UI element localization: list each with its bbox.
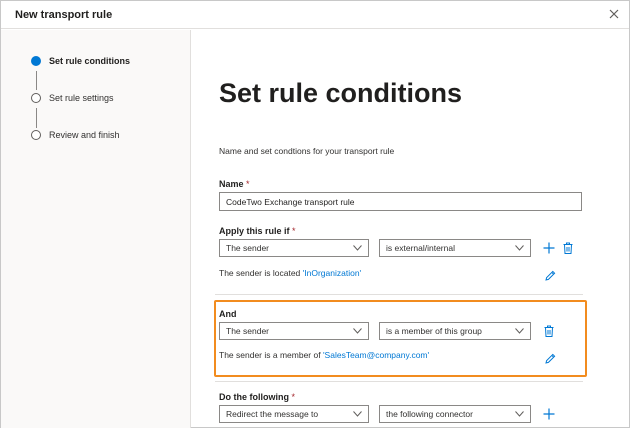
required-marker: * — [292, 226, 296, 236]
section-divider — [215, 294, 583, 295]
and-condition-dropdown[interactable]: The sender — [219, 322, 369, 340]
chevron-down-icon — [515, 328, 524, 334]
chevron-down-icon — [515, 245, 524, 251]
name-field[interactable]: CodeTwo Exchange transport rule — [219, 192, 582, 211]
dropdown-value: is external/internal — [386, 243, 455, 253]
steps-sidebar: Set rule conditions Set rule settings Re… — [1, 30, 191, 428]
apply-rule-description: The sender is located 'InOrganization' — [219, 268, 361, 278]
edit-icon[interactable] — [543, 352, 557, 366]
page-title: Set rule conditions — [219, 78, 463, 108]
dropdown-value: Redirect the message to — [226, 409, 319, 419]
dropdown-value: is a member of this group — [386, 326, 482, 336]
required-marker: * — [291, 392, 296, 402]
name-label: Name * — [219, 179, 250, 189]
step-connector — [36, 108, 37, 128]
step-set-rule-settings[interactable]: Set rule settings — [31, 90, 114, 106]
add-icon[interactable] — [542, 407, 556, 421]
step-connector — [36, 71, 37, 90]
step-set-rule-conditions[interactable]: Set rule conditions — [31, 53, 130, 69]
delete-icon[interactable] — [561, 241, 575, 255]
main-panel: Set rule conditions Name and set condtio… — [192, 30, 629, 428]
apply-rule-label: Apply this rule if * — [219, 226, 296, 236]
edit-icon[interactable] — [543, 269, 557, 283]
titlebar: New transport rule — [1, 1, 629, 29]
chevron-down-icon — [353, 411, 362, 417]
name-label-text: Name — [219, 179, 244, 189]
step-review-and-finish[interactable]: Review and finish — [31, 127, 120, 143]
add-icon[interactable] — [542, 241, 556, 255]
apply-rule-label-text: Apply this rule if — [219, 226, 290, 236]
chevron-down-icon — [515, 411, 524, 417]
description-text: The sender is a member of — [219, 350, 323, 360]
do-following-label: Do the following * — [219, 392, 295, 402]
chevron-down-icon — [353, 328, 362, 334]
required-marker: * — [246, 179, 250, 189]
new-transport-rule-window: New transport rule Set rule conditions S… — [0, 0, 630, 428]
dropdown-value: The sender — [226, 326, 269, 336]
dropdown-value: the following connector — [386, 409, 473, 419]
step-indicator — [31, 130, 41, 140]
action-dropdown[interactable]: Redirect the message to — [219, 405, 369, 423]
do-following-label-text: Do the following — [219, 392, 289, 402]
step-label: Set rule settings — [49, 93, 114, 103]
description-text: The sender is located — [219, 268, 303, 278]
section-divider — [215, 381, 583, 382]
window-title: New transport rule — [15, 9, 113, 21]
page-subtitle: Name and set condtions for your transpor… — [219, 146, 395, 156]
delete-icon[interactable] — [542, 324, 556, 338]
and-predicate-dropdown[interactable]: is a member of this group — [379, 322, 531, 340]
apply-predicate-dropdown[interactable]: is external/internal — [379, 239, 531, 257]
step-indicator-active — [31, 56, 41, 66]
chevron-down-icon — [353, 245, 362, 251]
location-link[interactable]: 'InOrganization' — [303, 268, 362, 278]
apply-condition-dropdown[interactable]: The sender — [219, 239, 369, 257]
group-link[interactable]: 'SalesTeam@company.com' — [323, 350, 429, 360]
and-description: The sender is a member of 'SalesTeam@com… — [219, 350, 429, 360]
close-icon[interactable] — [607, 7, 621, 21]
step-label: Set rule conditions — [49, 56, 131, 66]
and-label: And — [219, 309, 237, 319]
action-target-dropdown[interactable]: the following connector — [379, 405, 531, 423]
step-label: Review and finish — [49, 130, 120, 140]
dropdown-value: The sender — [226, 243, 269, 253]
step-indicator — [31, 93, 41, 103]
